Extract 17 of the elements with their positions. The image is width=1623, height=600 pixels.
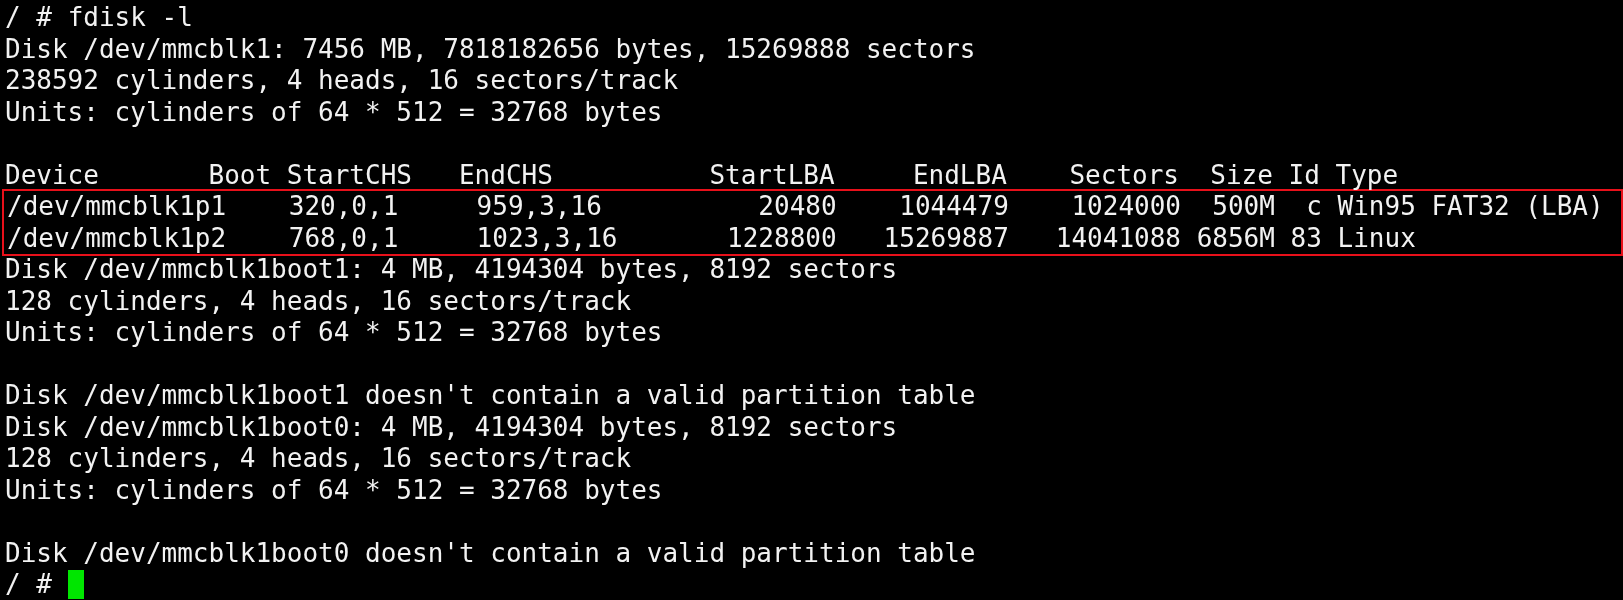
output-line: 128 cylinders, 4 heads, 16 sectors/track: [5, 443, 633, 475]
output-line: 238592 cylinders, 4 heads, 16 sectors/track: [5, 65, 680, 97]
partition-row: /dev/mmcblk1p2 768,0,1 1023,3,16 1228800 15269887 14041088 6856M 83 Linux: [7, 222, 1416, 253]
output-line: Disk /dev/mmcblk1boot1 doesn't contain a valid partition table: [5, 380, 977, 412]
output-line: 128 cylinders, 4 heads, 16 sectors/track: [5, 285, 633, 317]
output-line: Disk /dev/mmcblk1boot0: 4 MB, 4194304 bytes, 8192 sectors: [5, 411, 899, 443]
shell-prompt: / #: [5, 569, 52, 599]
output-line: Disk /dev/mmcblk1boot1: 4 MB, 4194304 bytes, 8192 sectors: [5, 254, 899, 286]
table-header-line: Device Boot StartCHS EndCHS StartLBA EndLBA Sectors Size Id Type: [5, 159, 1400, 191]
output-line: Units: cylinders of 64 * 512 = 32768 bytes: [5, 474, 664, 506]
partition-row: /dev/mmcblk1p1 320,0,1 959,3,16 20480 1044479 1024000 500M c Win95 FAT32 (LBA): [7, 191, 1604, 221]
shell-prompt: / #: [5, 2, 52, 32]
command-text: fdisk -l: [67, 2, 193, 32]
output-line: Units: cylinders of 64 * 512 = 32768 bytes: [5, 96, 664, 128]
output-line: Disk /dev/mmcblk1boot0 doesn't contain a valid partition table: [5, 537, 977, 569]
output-line: Disk /dev/mmcblk1: 7456 MB, 7818182656 bytes, 15269888 sectors: [5, 33, 977, 65]
output-line: Units: cylinders of 64 * 512 = 32768 bytes: [5, 317, 664, 349]
